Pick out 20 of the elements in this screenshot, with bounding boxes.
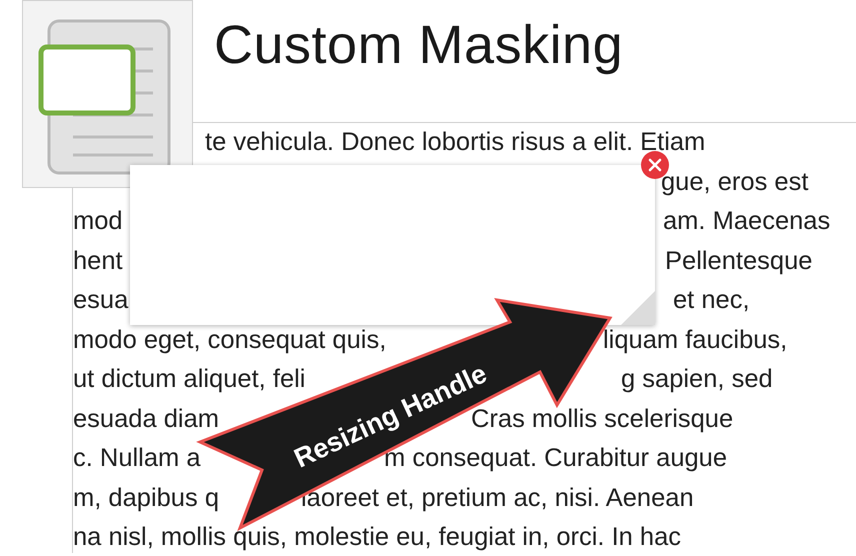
document-text: Pellentesque	[665, 246, 814, 276]
document-text: g sapien, sed	[621, 365, 774, 394]
document-text: gue, eros est	[661, 168, 810, 197]
mask-box[interactable]	[130, 165, 655, 325]
document-text: m, dapibus q	[73, 484, 220, 513]
document-text: esua	[73, 286, 128, 316]
document-text: na nisl, mollis quis, molestie eu, feugiat in, orci. In hac	[73, 523, 682, 552]
document-text: et nec,	[673, 286, 751, 316]
document-text: te vehicula. Donec lobortis risus a elit. Etiam	[205, 128, 706, 158]
page-title: Custom Masking	[214, 14, 624, 76]
document-text: modo eget, consequat quis,	[73, 326, 386, 355]
document-text: am. Maecenas	[663, 207, 832, 236]
document-text: laoreet et, pretium ac, nisi. Aenean	[301, 484, 695, 513]
document-text: esuada diam	[73, 404, 220, 434]
document-text: c. Nullam a	[73, 444, 201, 474]
document-text: liquam faucibus,	[603, 326, 788, 355]
document-text: hent	[73, 246, 123, 276]
document-text: ut dictum aliquet, feli	[73, 365, 306, 394]
document-text: mod	[73, 207, 123, 236]
resize-handle[interactable]	[621, 291, 655, 325]
